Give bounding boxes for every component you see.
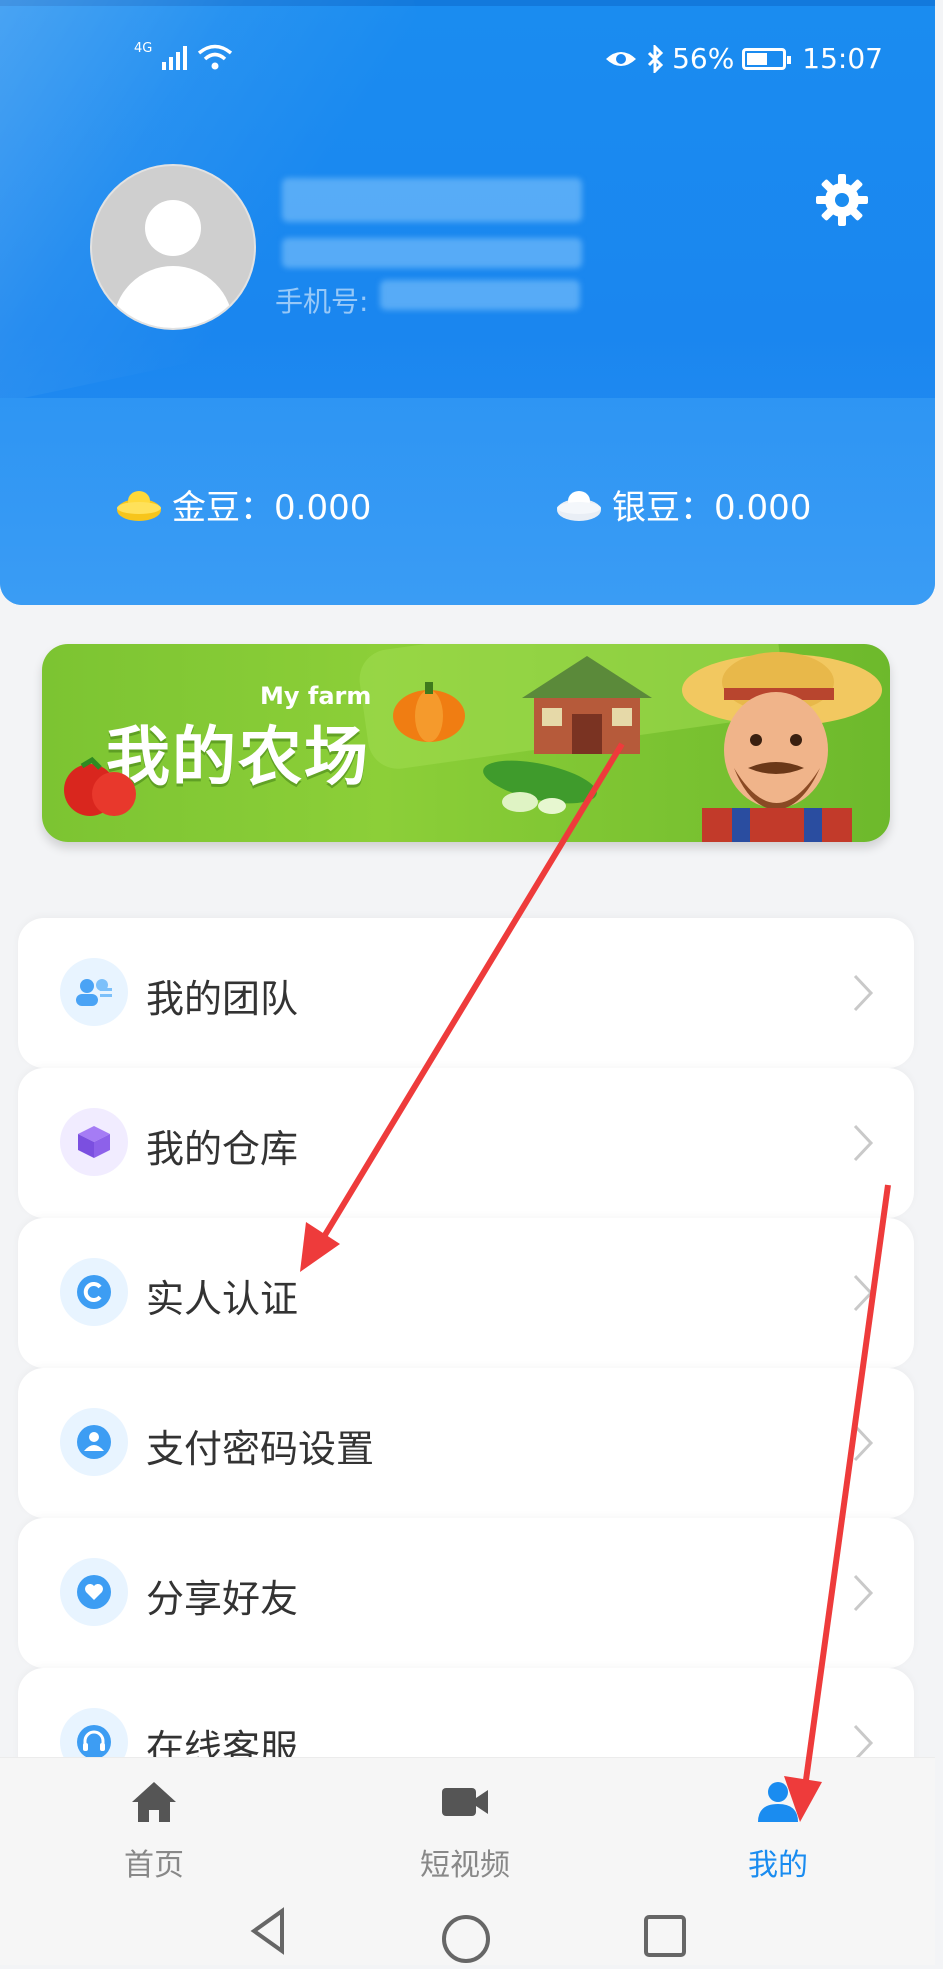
chevron-right-icon — [853, 1424, 874, 1462]
menu-item-label: 实人认证 — [146, 1277, 299, 1321]
bluetooth-icon — [648, 44, 664, 73]
silver-ingot-icon — [557, 490, 601, 521]
home-icon — [132, 1782, 176, 1822]
beans-balance: 金豆：0.000 银豆：0.000 — [0, 480, 935, 530]
menu-item-verify[interactable]: 实人认证 — [18, 1218, 914, 1368]
home-circle-icon[interactable] — [442, 1915, 490, 1963]
chevron-right-icon — [853, 974, 874, 1012]
eye-icon — [606, 51, 637, 66]
tab-mine-label: 我的 — [748, 1848, 808, 1883]
tab-home-label: 首页 — [124, 1848, 184, 1883]
gold-bean-label: 金豆 — [172, 488, 240, 528]
settings-gear-icon[interactable] — [812, 170, 872, 230]
chevron-right-icon — [853, 1574, 874, 1612]
silver-bean-label: 银豆 — [612, 488, 680, 528]
gold-bean[interactable]: 金豆：0.000 — [116, 480, 371, 529]
menu-item-payment-password[interactable]: 支付密码设置 — [18, 1368, 914, 1518]
signal-icon — [162, 46, 188, 70]
wifi-icon — [198, 44, 233, 70]
menu-item-label: 分享好友 — [146, 1577, 299, 1621]
menu-item-warehouse[interactable]: 我的仓库 — [18, 1068, 914, 1218]
payment-password-icon — [60, 1408, 128, 1476]
banner-title: 我的农场 — [106, 721, 370, 795]
network-type: 4G — [134, 41, 153, 56]
share-icon — [60, 1558, 128, 1626]
menu-item-label: 我的团队 — [146, 977, 299, 1021]
tab-short-video[interactable]: 短视频 — [385, 1780, 545, 1884]
silver-bean-value: 0.000 — [714, 488, 812, 528]
menu-item-team[interactable]: 我的团队 — [18, 918, 914, 1068]
tomato-image — [64, 756, 136, 816]
user-icon — [758, 1782, 798, 1822]
profile-header: 4G 56% 15:07 手机号: 金豆：0.000 银豆：0.000 — [0, 0, 935, 605]
chevron-right-icon — [853, 1124, 874, 1162]
gold-ingot-icon — [117, 490, 161, 521]
tab-short-video-label: 短视频 — [420, 1848, 510, 1883]
bottom-tab-bar: 首页 短视频 我的 — [0, 1757, 935, 1905]
redacted-phone — [380, 280, 580, 310]
redacted-username — [282, 178, 582, 222]
phone-label: 手机号: — [275, 285, 369, 318]
menu-item-label: 我的仓库 — [146, 1127, 299, 1171]
system-navigation-bar — [0, 1905, 935, 1965]
menu-list: 我的团队 我的仓库 实人认证 支付密码设置 分享好友 在线客服 — [18, 918, 914, 1818]
verify-icon — [60, 1258, 128, 1326]
avatar[interactable] — [90, 164, 256, 330]
battery-percent: 56% — [672, 42, 735, 75]
status-bar: 4G 56% 15:07 — [0, 40, 935, 82]
my-farm-banner[interactable]: My farm 我的农场 — [42, 644, 890, 842]
tab-home[interactable]: 首页 — [74, 1780, 234, 1884]
system-nav-buttons — [250, 1907, 686, 1963]
clock: 15:07 — [802, 42, 883, 75]
gold-bean-value: 0.000 — [274, 488, 372, 528]
warehouse-icon — [60, 1108, 128, 1176]
recent-apps-icon[interactable] — [644, 1915, 686, 1957]
video-icon — [442, 1788, 488, 1816]
redacted-account — [282, 238, 582, 268]
battery-icon — [742, 47, 792, 70]
chevron-right-icon — [853, 1274, 874, 1312]
back-icon[interactable] — [250, 1907, 284, 1955]
farmer-character-image — [682, 652, 882, 842]
menu-item-label: 支付密码设置 — [146, 1427, 375, 1471]
menu-item-share[interactable]: 分享好友 — [18, 1518, 914, 1668]
farm-house-image — [522, 656, 652, 754]
team-icon — [60, 958, 128, 1026]
cucumber-image — [483, 760, 597, 814]
silver-bean[interactable]: 银豆：0.000 — [556, 480, 811, 529]
pumpkin-image — [393, 682, 465, 742]
tab-mine[interactable]: 我的 — [698, 1780, 858, 1884]
